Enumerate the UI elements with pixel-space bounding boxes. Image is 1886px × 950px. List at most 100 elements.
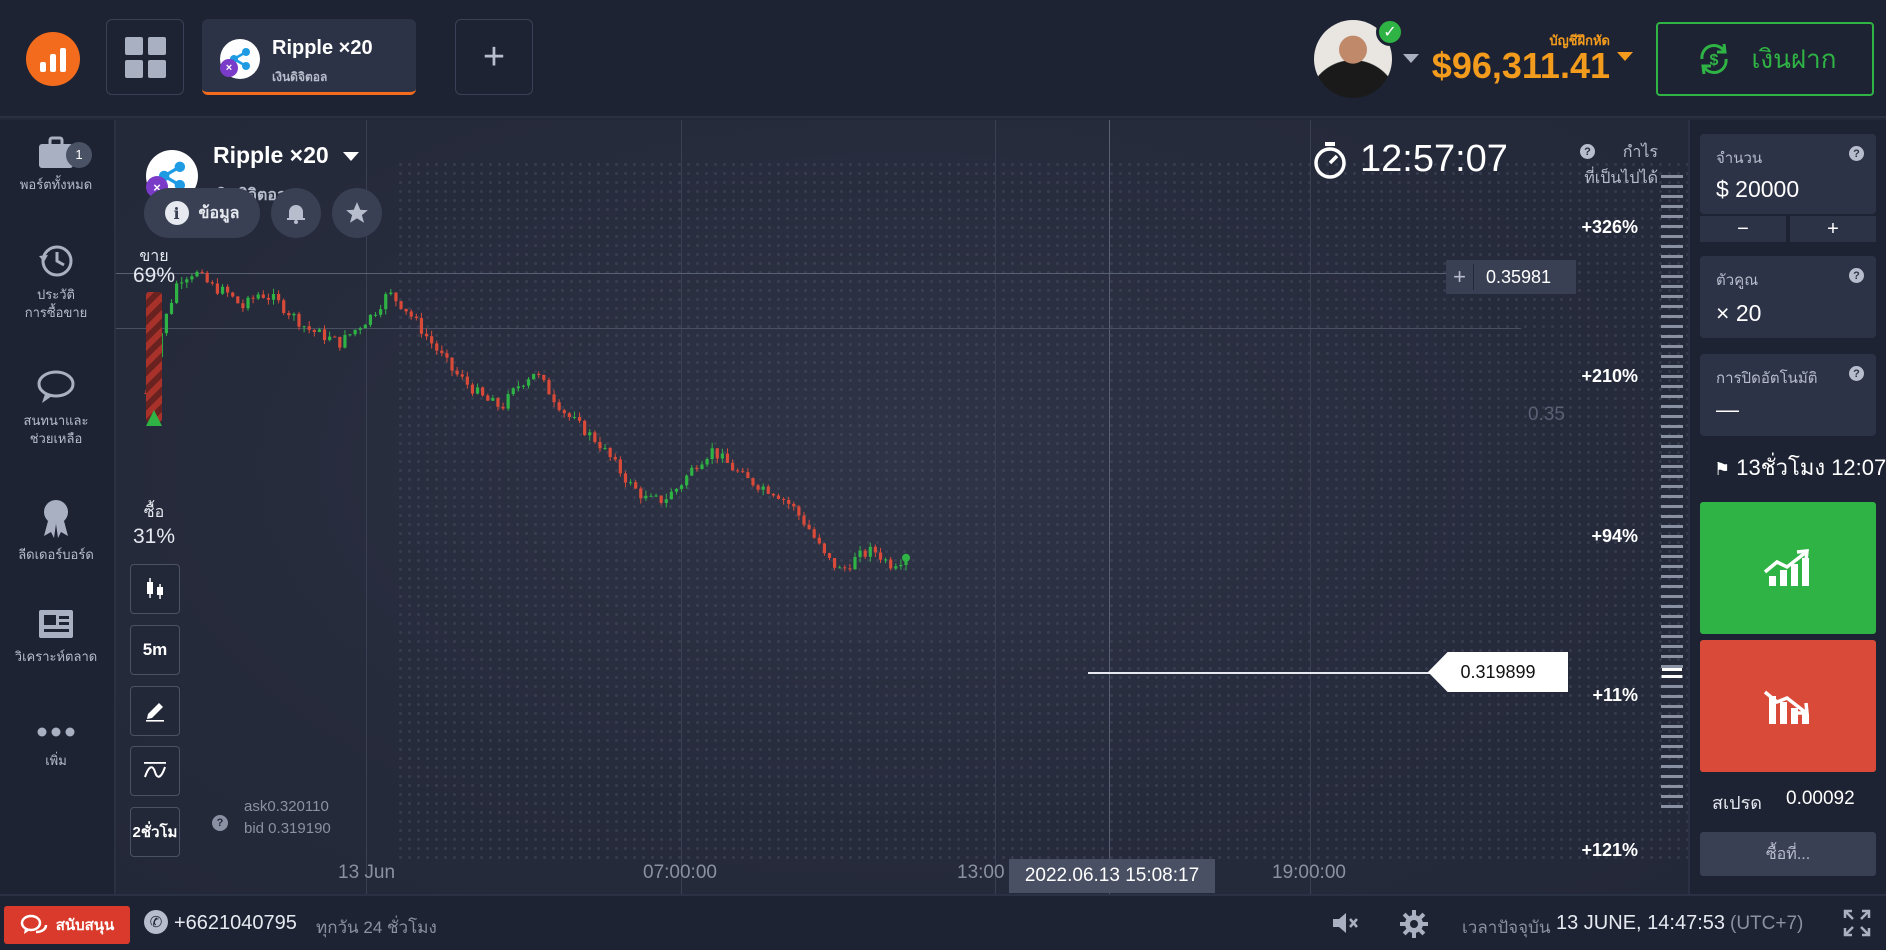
sidebar-item-market-analysis[interactable]: วิเคราะห์ตลาด: [0, 606, 112, 666]
indicators-button[interactable]: [130, 746, 180, 796]
candle-body: [414, 316, 418, 319]
candle-body: [389, 292, 393, 295]
candle-body: [404, 308, 408, 312]
sell-button[interactable]: [1700, 640, 1876, 772]
candle-body: [353, 329, 357, 335]
drawing-tools-button[interactable]: [130, 686, 180, 736]
spread-label: สเปรด: [1712, 793, 1762, 813]
candle-body: [700, 464, 704, 470]
candle-body: [409, 311, 413, 317]
deposit-button[interactable]: $ เงินฝาก: [1656, 22, 1874, 96]
sidebar-item-more[interactable]: เพิ่ม: [0, 718, 112, 770]
history-icon: [39, 245, 73, 277]
info-button[interactable]: i ข้อมูล: [144, 188, 260, 238]
sidebar-item-history[interactable]: ประวัติ การซื้อขาย: [0, 242, 112, 322]
candle-body: [761, 486, 765, 490]
chart-asset-name[interactable]: Ripple ×20: [213, 142, 360, 169]
candle-body: [685, 475, 689, 486]
mute-icon[interactable]: [1330, 908, 1360, 938]
all-assets-button[interactable]: [106, 19, 184, 95]
period-button[interactable]: 2ชั่วโม: [130, 807, 180, 857]
candle-body: [868, 546, 872, 557]
candle-body: [215, 283, 220, 294]
candle-body: [690, 467, 694, 476]
candle-body: [445, 353, 449, 358]
candle-body: [853, 556, 857, 570]
candle-body: [537, 373, 541, 375]
candle-body: [435, 343, 439, 351]
account-balance[interactable]: $96,311.41: [1432, 45, 1610, 87]
candle-body: [552, 394, 556, 403]
buy-button[interactable]: [1700, 502, 1876, 634]
buy-percent: 31%: [132, 525, 176, 548]
add-asset-tab-button[interactable]: +: [455, 19, 533, 95]
sell-percent: 69%: [132, 264, 176, 287]
candle-body: [603, 447, 607, 449]
asset-tab-ripple[interactable]: × Ripple ×20 เงินดิจิตอล: [202, 19, 416, 95]
candle-body: [373, 314, 378, 316]
candle-body: [741, 471, 745, 473]
multiplier-help-icon[interactable]: ?: [1849, 268, 1864, 283]
amount-field[interactable]: จำนวน ? $ 20000: [1700, 134, 1876, 214]
profit-level: +94%: [1591, 526, 1638, 546]
interval-button[interactable]: 5m: [130, 625, 180, 675]
candle-body: [725, 453, 730, 463]
fullscreen-icon[interactable]: [1842, 908, 1872, 938]
multiplier-field[interactable]: ตัวคูณ ? × 20: [1700, 256, 1876, 338]
candle-body: [220, 286, 225, 294]
autoclose-field[interactable]: การปิดอัตโนมัติ ? —: [1700, 354, 1876, 436]
candle-body: [317, 329, 322, 333]
sidebar-item-leaderboard[interactable]: ลีดเดอร์บอร์ด: [0, 496, 112, 564]
profit-level: +11%: [1592, 685, 1638, 705]
candle-body: [226, 286, 230, 293]
support-button[interactable]: สนับสนุน: [4, 906, 130, 944]
amount-label: จำนวน: [1716, 150, 1763, 167]
candle-body: [271, 294, 276, 300]
candle-body: [164, 313, 169, 334]
autoclose-help-icon[interactable]: ?: [1849, 366, 1864, 381]
favorite-button[interactable]: [332, 188, 382, 238]
ask-bid-help-icon[interactable]: ?: [212, 815, 228, 831]
candle-body: [848, 568, 852, 570]
amount-value[interactable]: $ 20000: [1716, 176, 1799, 203]
amount-help-icon[interactable]: ?: [1849, 146, 1864, 161]
amount-minus-button[interactable]: −: [1700, 216, 1786, 242]
trade-panel: จำนวน ? $ 20000 − + ตัวคูณ ? × 20 การปิด…: [1688, 120, 1886, 894]
chart-type-button[interactable]: [130, 564, 180, 614]
amount-plus-button[interactable]: +: [1790, 216, 1876, 242]
candle-body: [889, 559, 893, 569]
price-marker[interactable]: + 0.35981: [1446, 260, 1576, 294]
candle-body: [475, 387, 480, 394]
candle-body: [292, 313, 296, 316]
candle-body: [843, 567, 847, 569]
support-phone[interactable]: +6621040795: [174, 912, 297, 935]
settings-gear-icon[interactable]: [1398, 908, 1430, 940]
buy-at-price-button[interactable]: ซื้อที่...: [1700, 832, 1876, 876]
add-alert-icon[interactable]: +: [1446, 264, 1474, 290]
profit-scale-handle[interactable]: [1662, 668, 1682, 678]
platform-logo-icon[interactable]: [26, 32, 80, 86]
candle-body: [312, 329, 316, 333]
avatar-chevron-down-icon[interactable]: [1403, 54, 1419, 63]
candle-body: [277, 294, 281, 301]
countdown-timer: 12:57:07: [1312, 138, 1508, 181]
candle-body: [470, 384, 475, 394]
sidebar-item-chat[interactable]: สนทนาและ ช่วยเหลือ: [0, 368, 112, 448]
candle-body: [730, 462, 735, 471]
candle-body: [679, 485, 684, 489]
candle-body: [751, 478, 755, 486]
balance-chevron-down-icon[interactable]: [1617, 52, 1633, 61]
candle-body: [526, 379, 531, 386]
profit-scale-slider[interactable]: [1661, 175, 1683, 815]
candle-body: [419, 318, 424, 334]
candle-body: [756, 485, 760, 490]
candle-body: [817, 537, 821, 544]
alert-button[interactable]: [271, 188, 321, 238]
candlestick-icon: [147, 578, 163, 599]
candle-body: [200, 271, 204, 273]
price-chart[interactable]: × Ripple ×20 เงินดิจิตอล i ข้อมูล ขาย 69…: [116, 120, 1688, 894]
sidebar-item-portfolio[interactable]: 1 พอร์ตทั้งหมด: [0, 134, 112, 194]
autoclose-value: —: [1716, 396, 1739, 422]
asset-chevron-down-icon[interactable]: [343, 152, 360, 162]
time-axis-tick: 19:00:00: [1272, 862, 1346, 883]
